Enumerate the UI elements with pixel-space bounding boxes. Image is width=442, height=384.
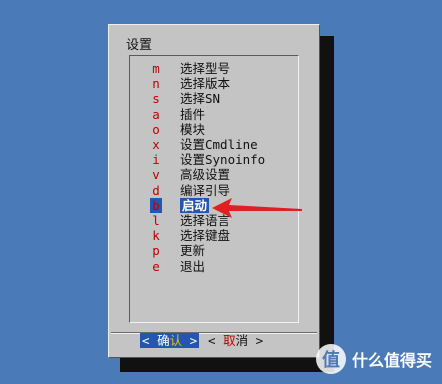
menu-item-label: 启动 [180, 198, 210, 213]
menu-item-hotkey: m [152, 61, 160, 76]
menu-item-label: 选择型号 [180, 61, 231, 76]
cancel-left-bracket: < [208, 333, 216, 348]
ok-accelerator: 认 [169, 333, 183, 348]
menu-item-hotkey: i [152, 152, 160, 167]
menu-item-label: 编译引导 [180, 183, 231, 198]
menu-item-hotkey: e [152, 259, 160, 274]
ok-label-first: 确 [157, 333, 170, 348]
watermark-text: 什么值得买 [351, 351, 432, 370]
menu-item-hotkey: x [152, 137, 160, 152]
menu-item-hotkey: l [152, 213, 160, 228]
cancel-right-bracket: > [255, 333, 264, 348]
red-arrow-annotation [212, 198, 302, 218]
menu-item-hotkey: o [152, 122, 160, 137]
menu-item-label: 选择键盘 [180, 228, 231, 243]
menu-item-hotkey: n [152, 76, 160, 91]
menu-item-hotkey: v [152, 167, 160, 182]
menu-item-label: 高级设置 [180, 167, 231, 182]
cancel-label-rest: 消 [235, 333, 249, 348]
menu-item-label: 选择版本 [180, 76, 231, 91]
menu-item-hotkey: a [152, 107, 160, 122]
cancel-accelerator: 取 [223, 333, 236, 348]
menu-item-label: 设置Synoinfo [180, 152, 266, 167]
dialog-title: 设置 [126, 38, 153, 53]
ok-left-bracket: < [142, 333, 150, 348]
ok-right-bracket: > [189, 333, 198, 348]
menu-item-label: 插件 [180, 107, 206, 122]
ok-button[interactable]: < 确认 > [140, 333, 200, 348]
menu-item-label: 模块 [180, 122, 206, 137]
menu-item-hotkey: p [152, 243, 160, 258]
menu-item-label: 选择SN [180, 91, 221, 106]
menu-item-label: 设置Cmdline [180, 137, 258, 152]
watermark-logo-icon: 值 [315, 344, 346, 374]
menu-item-hotkey: d [152, 183, 160, 198]
menu-item-hotkey: k [152, 228, 160, 243]
menu-item-label: 退出 [180, 259, 206, 274]
menu-item-hotkey: s [152, 91, 160, 106]
menu-item-hotkey: b [150, 198, 162, 213]
watermark: 值 什么值得买 [315, 344, 432, 374]
cancel-button[interactable]: < 取消 > [208, 333, 263, 348]
menu-item-label: 更新 [180, 243, 206, 258]
